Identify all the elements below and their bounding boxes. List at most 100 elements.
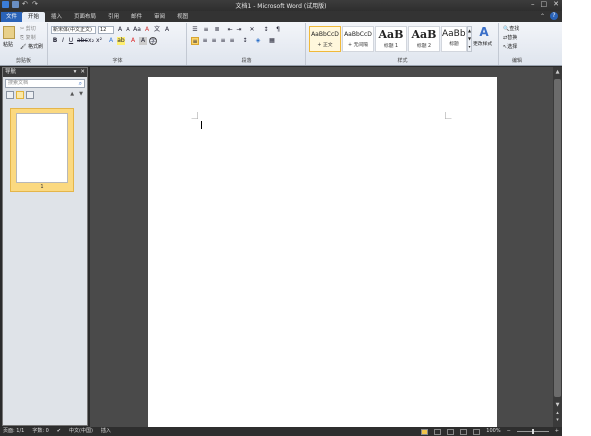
style-no-spacing[interactable]: AaBbCcD + 无间隔 (342, 26, 374, 52)
zoom-level[interactable]: 100% (486, 427, 500, 436)
tab-view[interactable]: 视图 (171, 12, 194, 22)
tab-home[interactable]: 开始 (22, 12, 46, 22)
clear-format-icon[interactable]: A (143, 26, 151, 34)
copy-button[interactable]: ⎘ 复制 (20, 34, 36, 42)
editing-group: 🔍查找 ⇄替换 ↖选择 编辑 (500, 23, 534, 65)
align-left-icon[interactable]: ≡ (191, 37, 199, 45)
help-icon[interactable]: ? (550, 12, 558, 20)
text-effects-icon[interactable]: A (107, 37, 115, 45)
decrease-indent-icon[interactable]: ⇤ (226, 26, 234, 34)
grow-font-icon[interactable]: A (116, 26, 124, 34)
italic-icon[interactable]: I (59, 37, 67, 45)
underline-icon[interactable]: U (67, 37, 75, 45)
change-styles-icon[interactable]: A (475, 25, 493, 39)
font-size-field[interactable]: 12 (98, 26, 114, 34)
char-shading-icon[interactable]: A (139, 37, 147, 45)
paste-button[interactable]: 粘贴 (3, 41, 13, 49)
reading-view-button[interactable] (434, 428, 442, 435)
scroll-thumb[interactable] (554, 79, 561, 397)
search-icon[interactable]: ⌕ (79, 80, 82, 87)
page-count[interactable]: 页面: 1/1 (3, 427, 24, 436)
bold-icon[interactable]: B (51, 37, 59, 45)
proofing-icon[interactable]: ✔ (57, 427, 61, 436)
tab-mailings[interactable]: 邮件 (125, 12, 148, 22)
justify-icon[interactable]: ≡ (219, 37, 227, 45)
word-count[interactable]: 字数: 0 (32, 427, 48, 436)
tab-references[interactable]: 引用 (102, 12, 125, 22)
tab-file[interactable]: 文件 (1, 12, 23, 22)
previous-icon[interactable]: ▲ (70, 91, 74, 97)
superscript-icon[interactable]: x² (95, 37, 103, 45)
zoom-in-icon[interactable]: + (555, 427, 559, 436)
page-thumbnail[interactable]: 1 (10, 108, 74, 192)
multilevel-list-icon[interactable]: ≣ (213, 26, 221, 34)
numbering-icon[interactable]: ≡ (202, 26, 210, 34)
maximize-button[interactable]: □ (541, 0, 548, 8)
bullets-icon[interactable]: ☰ (191, 26, 199, 34)
minimize-button[interactable]: – (531, 0, 535, 8)
vertical-scrollbar[interactable]: ▲ ▼ ▴ ▾ (553, 67, 562, 427)
headings-view-tab[interactable] (6, 91, 14, 99)
sort-icon[interactable]: ↕ (262, 26, 270, 34)
paste-icon[interactable] (3, 26, 15, 39)
cut-button[interactable]: ✂ 剪切 (20, 25, 36, 33)
prev-page-icon[interactable]: ▴ (553, 410, 562, 416)
format-painter-button[interactable]: 🖌 格式刷 (20, 43, 43, 51)
chinese-layout-icon[interactable]: ✕ (248, 26, 256, 34)
document-page[interactable] (148, 77, 497, 427)
scroll-down-icon[interactable]: ▼ (553, 402, 562, 408)
next-icon[interactable]: ▼ (79, 91, 83, 97)
draft-view-button[interactable] (473, 428, 481, 435)
scroll-up-icon[interactable]: ▲ (553, 69, 562, 75)
replace-button[interactable]: ⇄替换 (503, 34, 517, 42)
style-heading-2[interactable]: AaB 标题 2 (408, 26, 440, 52)
font-color-icon[interactable]: A (129, 37, 137, 45)
clipboard-label: 剪贴板 (15, 58, 31, 64)
select-button[interactable]: ↖选择 (503, 43, 517, 51)
zoom-out-icon[interactable]: − (507, 427, 511, 436)
tab-insert[interactable]: 插入 (45, 12, 68, 22)
insert-mode[interactable]: 插入 (101, 427, 111, 436)
font-name-field[interactable]: 新宋体(中文正文) (51, 26, 96, 34)
enclose-char-icon[interactable]: A (163, 26, 171, 34)
highlight-icon[interactable]: ab (117, 37, 125, 45)
pane-close-icon[interactable]: ✕ (80, 68, 85, 77)
ribbon-minimize-icon[interactable]: ⌃ (540, 13, 545, 20)
crop-mark-top-left (191, 112, 198, 119)
phonetic-guide-icon[interactable]: 文 (153, 26, 161, 34)
web-layout-view-button[interactable] (447, 428, 455, 435)
distributed-icon[interactable]: ≡ (228, 37, 236, 45)
shading-icon[interactable]: ◈ (254, 37, 262, 45)
strikethrough-icon[interactable]: abc (77, 37, 88, 45)
show-marks-icon[interactable]: ¶ (274, 26, 282, 34)
style-normal[interactable]: AaBbCcD + 正文 (309, 26, 341, 52)
style-heading-1[interactable]: AaB 标题 1 (375, 26, 407, 52)
find-button[interactable]: 🔍查找 (503, 25, 519, 33)
zoom-slider[interactable] (516, 429, 549, 434)
font-label: 字体 (112, 58, 123, 64)
shrink-font-icon[interactable]: A (124, 26, 132, 34)
change-styles-button[interactable]: 更改样式 (473, 41, 492, 49)
change-case-icon[interactable]: Aa (133, 26, 141, 34)
results-view-tab[interactable] (26, 91, 34, 99)
language-indicator[interactable]: 中文(中国) (69, 427, 93, 436)
styles-scroll[interactable]: ▲ ▼ ▾ (467, 26, 472, 52)
tab-review[interactable]: 审阅 (148, 12, 171, 22)
line-spacing-icon[interactable]: ↕ (241, 37, 249, 45)
word-window: ↶ ↷ 文档1 - Microsoft Word (试用版) – □ ✕ 文件 … (0, 0, 562, 436)
outline-view-button[interactable] (460, 428, 468, 435)
tab-page-layout[interactable]: 页面布局 (68, 12, 102, 22)
enclosed-char-icon[interactable]: 字 (149, 37, 157, 45)
style-title[interactable]: AaBbC 标题 (441, 26, 467, 52)
align-right-icon[interactable]: ≡ (210, 37, 218, 45)
close-button[interactable]: ✕ (553, 0, 559, 8)
nav-search-input[interactable]: 搜索文档 ⌕ (5, 79, 85, 88)
next-page-icon[interactable]: ▾ (553, 417, 562, 423)
pane-options-icon[interactable]: ▾ (74, 68, 77, 77)
print-layout-view-button[interactable] (421, 428, 429, 435)
subscript-icon[interactable]: x₂ (87, 37, 95, 45)
increase-indent-icon[interactable]: ⇥ (235, 26, 243, 34)
borders-icon[interactable]: ▦ (268, 37, 276, 45)
align-center-icon[interactable]: ≡ (201, 37, 209, 45)
pages-view-tab[interactable] (16, 91, 24, 99)
